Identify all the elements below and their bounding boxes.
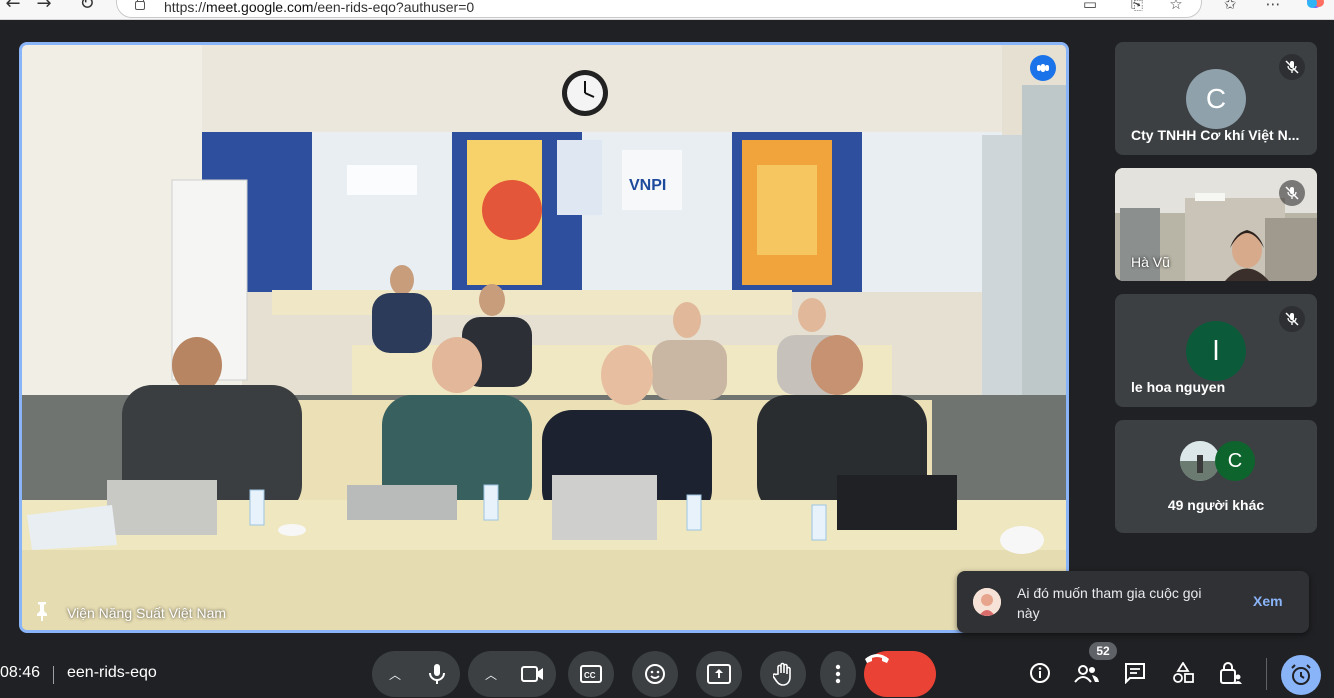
participant-name: Cty TNHH Cơ khí Việt N... <box>1131 127 1300 143</box>
mic-off-icon <box>1279 54 1305 80</box>
others-tile[interactable]: C 49 người khác <box>1115 420 1317 533</box>
camera-permission-icon[interactable]: ▭ <box>1080 0 1100 14</box>
pin-icon[interactable] <box>32 600 52 622</box>
notification-text: Ai đó muốn tham gia cuộc gọi này <box>1017 585 1202 621</box>
emoji-button[interactable] <box>632 651 678 697</box>
mic-off-icon <box>1279 180 1305 206</box>
avatar: C <box>1215 441 1255 481</box>
meeting-details-button[interactable] <box>1023 656 1057 690</box>
participant-tile-1[interactable]: C Cty TNHH Cơ khí Việt N... <box>1115 42 1317 155</box>
speaking-indicator-icon <box>1030 55 1056 81</box>
participant-tile-3[interactable]: l le hoa nguyen <box>1115 294 1317 407</box>
divider <box>53 666 54 684</box>
svg-text:VNPI: VNPI <box>629 177 666 194</box>
svg-text:CC: CC <box>584 671 596 680</box>
browser-toolbar: ← → ↻ https://meet.google.com/een-rids-e… <box>0 0 1334 20</box>
emoji-icon <box>645 664 665 684</box>
present-button[interactable] <box>696 651 742 697</box>
camera-button[interactable] <box>510 651 556 697</box>
url-path: /een-rids-eqo?authuser=0 <box>313 0 475 15</box>
join-request-notification: Ai đó muốn tham gia cuộc gọi này Xem <box>957 571 1309 633</box>
participant-count-badge: 52 <box>1089 642 1117 660</box>
captions-icon: CC <box>580 665 602 683</box>
people-button[interactable] <box>1070 656 1104 690</box>
conference-room-video: VNPI <box>22 45 1066 630</box>
more-vert-icon <box>835 664 841 684</box>
reload-icon[interactable]: ↻ <box>76 0 98 15</box>
view-button[interactable]: Xem <box>1253 593 1283 609</box>
favorites-icon[interactable]: ✩ <box>1220 0 1240 14</box>
url-host: meet.google.com <box>206 0 314 15</box>
more-menu-icon[interactable]: ⋯ <box>1263 0 1283 14</box>
lock-person-icon <box>1220 662 1242 684</box>
microphone-control: ︿ <box>372 651 460 697</box>
leave-call-button[interactable] <box>864 651 936 697</box>
alarm-icon <box>1291 664 1311 685</box>
back-icon[interactable]: ← <box>2 0 24 15</box>
avatar: l <box>1186 321 1246 381</box>
meeting-time: 08:46 <box>0 664 41 681</box>
mic-off-icon <box>1279 306 1305 332</box>
url-text[interactable]: https://meet.google.com/een-rids-eqo?aut… <box>164 0 474 15</box>
participant-name: Hà Vũ <box>1131 254 1170 270</box>
others-count-label: 49 người khác <box>1167 497 1265 513</box>
url-scheme: https:// <box>164 0 207 15</box>
chevron-up-icon[interactable]: ︿ <box>485 666 497 683</box>
copilot-icon[interactable] <box>1305 0 1325 14</box>
divider <box>1266 658 1267 690</box>
hand-icon <box>773 662 791 686</box>
microphone-button[interactable] <box>414 651 460 697</box>
address-bar[interactable]: https://meet.google.com/een-rids-eqo?aut… <box>116 0 1202 18</box>
chat-icon <box>1125 663 1145 684</box>
info-icon <box>1030 663 1050 683</box>
camera-control: ︿ <box>468 651 556 697</box>
participant-name: le hoa nguyen <box>1131 379 1226 395</box>
present-screen-icon <box>707 664 731 684</box>
bookmark-star-icon[interactable]: ☆ <box>1166 0 1186 14</box>
requester-avatar <box>973 588 1001 616</box>
main-video-tile[interactable]: VNPI Viện Năng Suất Việt Nam <box>19 42 1069 633</box>
hang-up-icon <box>865 654 889 663</box>
activities-button[interactable] <box>1166 656 1200 690</box>
participant-tile-2[interactable]: Hà Vũ <box>1115 168 1317 281</box>
timer-button[interactable] <box>1281 655 1321 695</box>
activities-icon <box>1173 662 1194 683</box>
cast-icon[interactable]: ⎘ <box>1127 0 1147 14</box>
host-controls-button[interactable] <box>1214 656 1248 690</box>
camera-icon <box>521 666 543 682</box>
avatar <box>1180 441 1220 481</box>
microphone-icon <box>429 664 445 684</box>
forward-icon[interactable]: → <box>33 0 55 15</box>
raise-hand-button[interactable] <box>760 651 806 697</box>
chevron-up-icon[interactable]: ︿ <box>389 666 401 683</box>
people-icon <box>1074 665 1099 683</box>
more-options-button[interactable] <box>820 651 856 697</box>
lock-icon[interactable] <box>135 0 145 10</box>
avatar: C <box>1186 69 1246 129</box>
chat-button[interactable] <box>1118 656 1152 690</box>
meeting-code: een-rids-eqo <box>67 664 157 681</box>
main-participant-name: Viện Năng Suất Việt Nam <box>67 605 227 621</box>
captions-button[interactable]: CC <box>568 651 614 697</box>
